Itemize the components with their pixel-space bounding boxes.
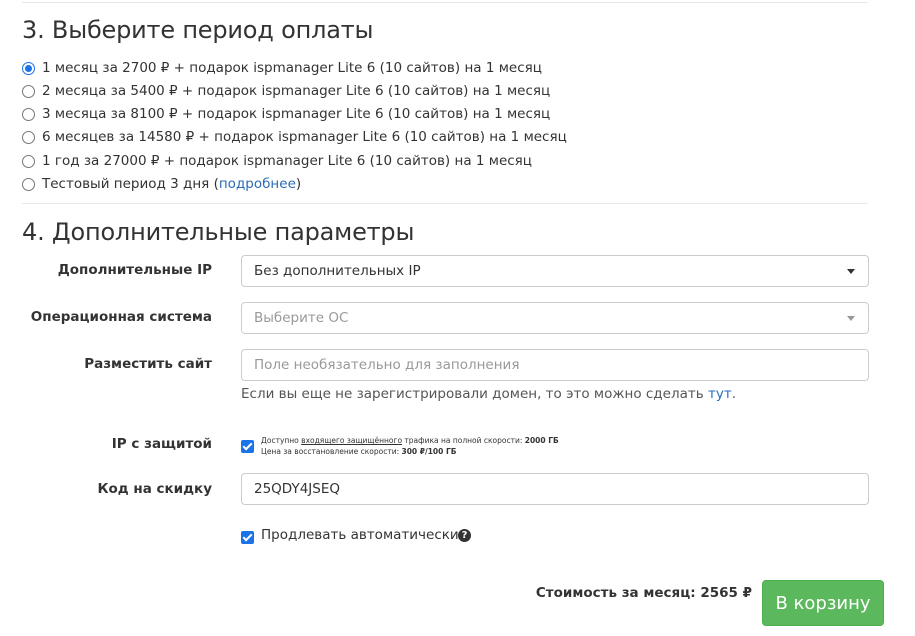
radio-button[interactable] bbox=[22, 84, 35, 98]
radio-button[interactable] bbox=[22, 154, 35, 168]
protected-ip-line2-prefix: Цена за восстановление скорости: bbox=[261, 447, 402, 456]
period-option-label: 2 месяца за 5400 ₽ + подарок ispmanager … bbox=[42, 83, 551, 99]
site-input[interactable]: Поле необязательно для заполнения bbox=[241, 349, 869, 381]
register-domain-link[interactable]: тут bbox=[708, 386, 732, 402]
period-option-3[interactable]: 3 месяца за 8100 ₽ + подарок ispmanager … bbox=[22, 104, 550, 124]
period-option-label: 1 год за 27000 ₽ + подарок ispmanager Li… bbox=[42, 153, 532, 169]
chevron-down-icon bbox=[847, 269, 855, 274]
radio-button[interactable] bbox=[22, 177, 35, 191]
extra-ip-value: Без дополнительных IP bbox=[254, 263, 421, 279]
trial-details-link[interactable]: подробнее bbox=[219, 176, 296, 192]
period-option-label: 1 месяц за 2700 ₽ + подарок ispmanager L… bbox=[42, 60, 542, 76]
question-circle-icon[interactable]: ? bbox=[458, 529, 471, 542]
add-to-cart-button[interactable]: В корзину bbox=[762, 580, 884, 626]
auto-renew-checkbox[interactable] bbox=[241, 531, 254, 544]
chevron-down-icon bbox=[847, 316, 855, 321]
protected-ip-line1-mid: трафика на полной скорости: bbox=[402, 436, 525, 445]
protected-ip-line1-prefix: Доступно bbox=[261, 436, 302, 445]
trial-label-suffix: ) bbox=[295, 176, 302, 192]
period-option-2[interactable]: 2 месяца за 5400 ₽ + подарок ispmanager … bbox=[22, 81, 550, 101]
section-4-title: 4. Дополнительные параметры bbox=[22, 218, 415, 246]
radio-button[interactable] bbox=[22, 61, 35, 75]
period-option-label: 6 месяцев за 14580 ₽ + подарок ispmanage… bbox=[42, 129, 567, 145]
site-help-suffix: . bbox=[731, 386, 736, 402]
monthly-cost: Стоимость за месяц: 2565 ₽ bbox=[535, 585, 752, 601]
protected-ip-label: IP с защитой bbox=[111, 436, 212, 452]
os-select[interactable]: Выберите ОС bbox=[241, 302, 869, 334]
section-divider bbox=[22, 203, 868, 204]
period-option-1[interactable]: 1 месяц за 2700 ₽ + подарок ispmanager L… bbox=[22, 58, 542, 78]
period-option-trial[interactable]: Тестовый период 3 дня (подробнее) bbox=[22, 174, 301, 194]
protected-ip-price-value: 300 ₽/100 ГБ bbox=[401, 447, 457, 456]
protected-ip-checkbox[interactable] bbox=[241, 440, 254, 453]
section-3-title: 3. Выберите период оплаты bbox=[22, 16, 374, 44]
site-help-text: Если вы еще не зарегистрировали домен, т… bbox=[241, 386, 736, 402]
radio-button[interactable] bbox=[22, 107, 35, 121]
discount-label: Код на скидку bbox=[97, 481, 212, 497]
top-divider bbox=[22, 2, 868, 3]
os-placeholder: Выберите ОС bbox=[254, 310, 349, 326]
discount-value: 25QDY4JSEQ bbox=[254, 481, 341, 497]
discount-input[interactable]: 25QDY4JSEQ bbox=[241, 473, 869, 505]
radio-button[interactable] bbox=[22, 130, 35, 144]
protected-ip-info-line2: Цена за восстановление скорости: 300 ₽/1… bbox=[261, 446, 456, 457]
period-option-label: 3 месяца за 8100 ₽ + подарок ispmanager … bbox=[42, 106, 551, 122]
trial-label-prefix: Тестовый период 3 дня ( bbox=[42, 176, 219, 192]
period-option-4[interactable]: 6 месяцев за 14580 ₽ + подарок ispmanage… bbox=[22, 127, 567, 147]
period-option-5[interactable]: 1 год за 27000 ₽ + подарок ispmanager Li… bbox=[22, 151, 532, 171]
protected-traffic-link[interactable]: входящего защищённого bbox=[301, 436, 402, 445]
site-placeholder: Поле необязательно для заполнения bbox=[254, 357, 520, 373]
protected-ip-traffic-value: 2000 ГБ bbox=[524, 436, 559, 445]
site-help-prefix: Если вы еще не зарегистрировали домен, т… bbox=[241, 386, 708, 402]
os-label: Операционная система bbox=[30, 309, 212, 325]
extra-ip-label: Дополнительные IP bbox=[57, 262, 212, 278]
protected-ip-info-line1: Доступно входящего защищённого трафика н… bbox=[261, 435, 559, 446]
auto-renew-label: Продлевать автоматически bbox=[261, 527, 459, 543]
site-label: Разместить сайт bbox=[84, 356, 212, 372]
extra-ip-select[interactable]: Без дополнительных IP bbox=[241, 255, 869, 287]
